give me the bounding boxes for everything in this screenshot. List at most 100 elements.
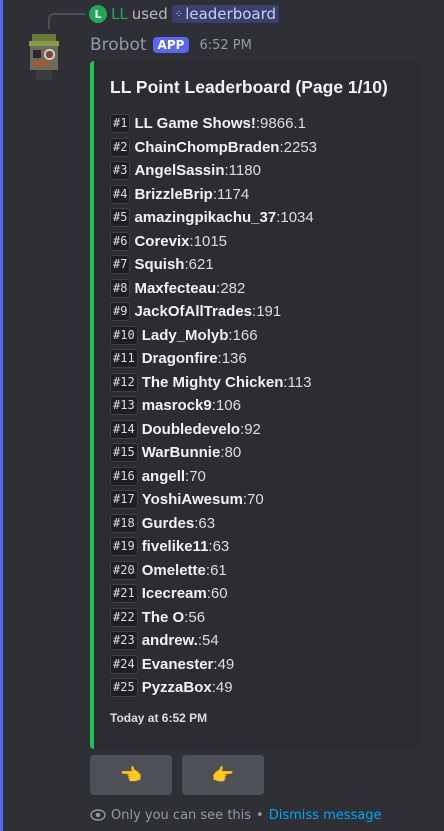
message-header: Brobot APP 6:52 PM (90, 35, 252, 55)
previous-page-button[interactable]: 👈 (90, 755, 172, 795)
user-avatar-small-icon[interactable]: L (89, 5, 107, 23)
message-timestamp[interactable]: 6:52 PM (199, 38, 251, 53)
app-badge: APP (152, 37, 190, 53)
player-name: fivelike11 (141, 538, 209, 556)
rank-code: #10 (110, 325, 138, 345)
dismiss-message-link[interactable]: Dismiss message (269, 808, 382, 823)
embed-title: LL Point Leaderboard (Page 1/10) (110, 77, 388, 97)
player-points: 166 (232, 326, 258, 344)
player-name: WarBunnie (141, 444, 221, 462)
rank-code: #6 (110, 231, 131, 251)
player-name: Maxfecteau (134, 279, 217, 297)
player-points: 70 (189, 467, 206, 485)
rank-code: #12 (110, 372, 138, 392)
rank-code: #21 (110, 584, 138, 604)
command-chip[interactable]: ⁘ leaderboard (171, 5, 280, 23)
player-name: Lady_Molyb (141, 326, 229, 344)
leaderboard-row: #15 WarBunnie: 80 (110, 441, 317, 465)
player-points: 191 (256, 303, 282, 321)
author-name[interactable]: Brobot (90, 35, 147, 55)
rank-code: #20 (110, 560, 138, 580)
leaderboard-row: #3 AngelSassin: 1180 (110, 159, 317, 183)
rank-code: #4 (110, 184, 131, 204)
leaderboard-row: #20 Omelette: 61 (110, 559, 317, 583)
rank-code: #15 (110, 443, 138, 463)
player-name: masrock9 (141, 397, 212, 415)
leaderboard-row: #21 Icecream: 60 (110, 582, 317, 606)
leaderboard-row: #8 Maxfecteau: 282 (110, 277, 317, 301)
player-name: ChainChompBraden (134, 138, 280, 156)
rank-code: #2 (110, 137, 131, 157)
rank-code: #22 (110, 607, 138, 627)
rank-code: #13 (110, 396, 138, 416)
player-points: 61 (210, 561, 227, 579)
player-name: angell (141, 467, 186, 485)
player-name: amazingpikachu_37 (134, 209, 277, 227)
player-name: AngelSassin (134, 162, 225, 180)
player-name: Gurdes (141, 514, 195, 532)
player-points: 106 (215, 397, 241, 415)
leaderboard-row: #23 andrew.: 54 (110, 629, 317, 653)
leaderboard-row: #1 LL Game Shows!: 9866.1 (110, 112, 317, 136)
player-name: JackOfAllTrades (134, 303, 253, 321)
player-name: The Mighty Chicken (141, 373, 284, 391)
rank-code: #17 (110, 490, 138, 510)
separator: • (256, 807, 264, 823)
player-points: 1180 (228, 162, 261, 180)
player-name: Evanester (141, 655, 214, 673)
leaderboard-row: #7 Squish: 621 (110, 253, 317, 277)
rank-code: #11 (110, 349, 138, 369)
player-points: 56 (188, 608, 206, 626)
player-points: 9866.1 (260, 115, 306, 133)
leaderboard-row: #4 BrizzleBrip: 1174 (110, 183, 317, 207)
leaderboard-row: #18 Gurdes: 63 (110, 512, 317, 536)
player-name: PyzzaBox (141, 679, 212, 697)
next-page-button[interactable]: 👉 (182, 755, 264, 795)
reply-connector (48, 13, 86, 29)
reply-used-text: used (131, 5, 168, 23)
player-points: 80 (224, 444, 242, 462)
leaderboard-list: #1 LL Game Shows!: 9866.1 #2 ChainChompBrad… (110, 112, 317, 700)
player-points: 1174 (216, 185, 250, 203)
avatar[interactable] (24, 32, 64, 82)
player-name: Icecream (141, 585, 207, 603)
leaderboard-row: #12 The Mighty Chicken: 113 (110, 371, 317, 395)
rank-code: #25 (110, 678, 138, 698)
leaderboard-row: #22 The O: 56 (110, 606, 317, 630)
leaderboard-row: #14 Doubledevelo: 92 (110, 418, 317, 442)
leaderboard-row: #5 amazingpikachu_37: 1034 (110, 206, 317, 230)
player-points: 1034 (280, 209, 314, 227)
player-name: BrizzleBrip (134, 185, 213, 203)
player-points: 49 (215, 679, 233, 697)
player-name: The O (141, 608, 185, 626)
rank-code: #14 (110, 419, 138, 439)
point-right-icon: 👉 (211, 764, 235, 785)
rank-code: #16 (110, 466, 138, 486)
player-name: Squish (134, 256, 185, 274)
leaderboard-row: #9 JackOfAllTrades: 191 (110, 300, 317, 324)
ephemeral-notice: Only you can see this • Dismiss message (90, 806, 382, 824)
point-left-icon: 👈 (119, 764, 143, 785)
embed-footer: Today at 6:52 PM (110, 711, 208, 725)
rank-code: #8 (110, 278, 131, 298)
ephemeral-text: Only you can see this (111, 807, 252, 823)
leaderboard-embed: LL Point Leaderboard (Page 1/10) #1 LL Ga… (90, 61, 421, 749)
leaderboard-row: #6 Corevix: 1015 (110, 230, 317, 254)
player-points: 282 (220, 279, 246, 297)
rank-code: #3 (110, 161, 131, 181)
player-points: 113 (287, 373, 312, 391)
leaderboard-row: #25 PyzzaBox: 49 (110, 676, 317, 700)
leaderboard-row: #10 Lady_Molyb: 166 (110, 324, 317, 348)
player-points: 63 (198, 514, 216, 532)
player-points: 70 (247, 491, 264, 509)
player-points: 54 (202, 632, 219, 650)
player-points: 63 (212, 538, 230, 556)
player-name: Omelette (141, 561, 206, 579)
leaderboard-row: #16 angell: 70 (110, 465, 317, 489)
rank-code: #5 (110, 208, 131, 228)
player-name: YoshiAwesum (141, 491, 243, 509)
leaderboard-row: #11 Dragonfire: 136 (110, 347, 317, 371)
player-points: 49 (217, 655, 235, 673)
player-name: Corevix (134, 232, 190, 250)
reply-username[interactable]: LL (111, 5, 128, 23)
